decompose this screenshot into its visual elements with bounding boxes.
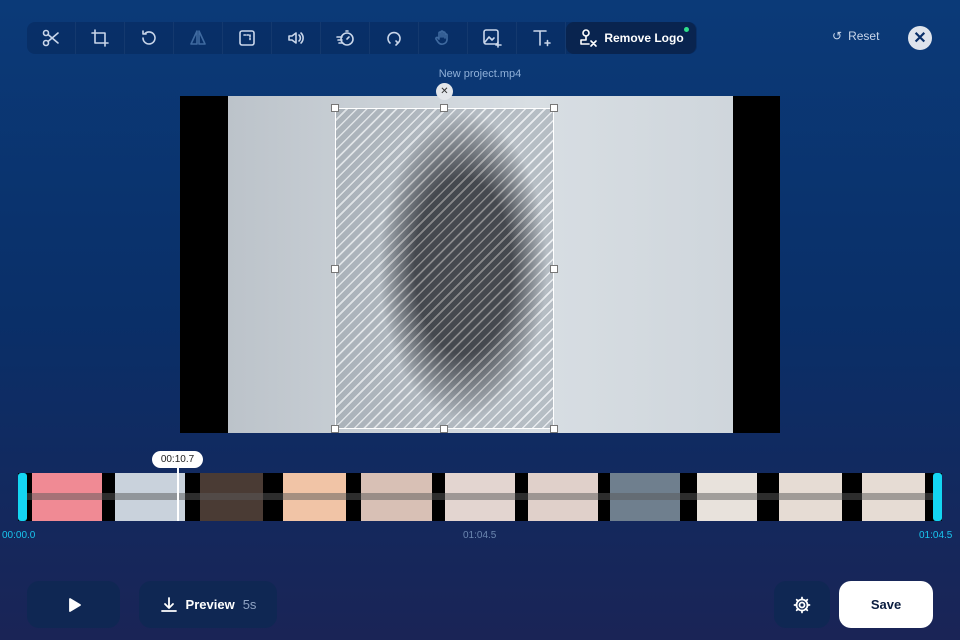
start-time: 00:00.0 [2, 530, 36, 541]
crop-icon [91, 29, 109, 47]
gear-icon [793, 596, 811, 613]
trim-handle-end[interactable] [933, 473, 942, 521]
trim-handle-start[interactable] [18, 473, 27, 521]
play-button[interactable] [27, 581, 120, 628]
stabilize-tool[interactable] [419, 22, 468, 54]
download-icon [160, 596, 177, 612]
resize-icon [239, 30, 255, 46]
volume-tool[interactable] [272, 22, 321, 54]
image-plus-icon [483, 29, 502, 48]
resize-tool[interactable] [223, 22, 272, 54]
reset-button[interactable]: ↺ Reset [832, 29, 879, 43]
crop-tool[interactable] [76, 22, 125, 54]
end-time: 01:04.5 [919, 530, 953, 541]
stamp-remove-icon [580, 29, 598, 47]
add-image-tool[interactable] [468, 22, 517, 54]
resize-handle[interactable] [440, 104, 448, 112]
settings-button[interactable] [774, 581, 830, 628]
resize-handle[interactable] [550, 104, 558, 112]
preview-label: Preview [185, 597, 235, 612]
logo-band-overlay [18, 493, 942, 500]
scissors-icon [42, 29, 59, 47]
active-dot [684, 27, 689, 32]
speed-icon [336, 30, 354, 46]
add-text-tool[interactable] [517, 22, 566, 54]
resize-handle[interactable] [550, 425, 558, 433]
resize-handle[interactable] [440, 425, 448, 433]
remove-logo-label: Remove Logo [604, 31, 684, 45]
resize-handle[interactable] [550, 265, 558, 273]
file-name: New project.mp4 [438, 68, 522, 80]
remove-selection-button[interactable]: ✕ [436, 83, 453, 100]
playhead-time: 00:10.7 [152, 451, 203, 468]
reset-icon: ↺ [832, 29, 843, 43]
resize-handle[interactable] [331, 425, 339, 433]
flip-tool[interactable] [174, 22, 223, 54]
loop-tool[interactable] [370, 22, 419, 54]
loop-icon [387, 31, 401, 46]
playhead[interactable] [177, 468, 179, 521]
duration-time: 01:04.5 [463, 530, 497, 541]
preview-button[interactable]: Preview 5s [139, 581, 277, 628]
cut-tool[interactable] [27, 22, 76, 54]
reset-label: Reset [848, 29, 880, 43]
save-button[interactable]: Save [839, 581, 933, 628]
preview-duration: 5s [242, 597, 257, 612]
volume-icon [288, 32, 304, 44]
remove-logo-tool[interactable]: Remove Logo [566, 22, 696, 54]
text-plus-icon [533, 30, 551, 47]
resize-handle[interactable] [331, 104, 339, 112]
speed-tool[interactable] [321, 22, 370, 54]
hand-icon [435, 30, 448, 45]
close-button[interactable]: ✕ [908, 26, 932, 50]
toolbar: Remove Logo [27, 22, 697, 54]
resize-handle[interactable] [331, 265, 339, 273]
rotate-tool[interactable] [125, 22, 174, 54]
play-icon [68, 597, 81, 612]
flip-icon [190, 30, 206, 45]
rotate-icon [142, 30, 156, 45]
logo-selection-box[interactable] [335, 108, 554, 429]
